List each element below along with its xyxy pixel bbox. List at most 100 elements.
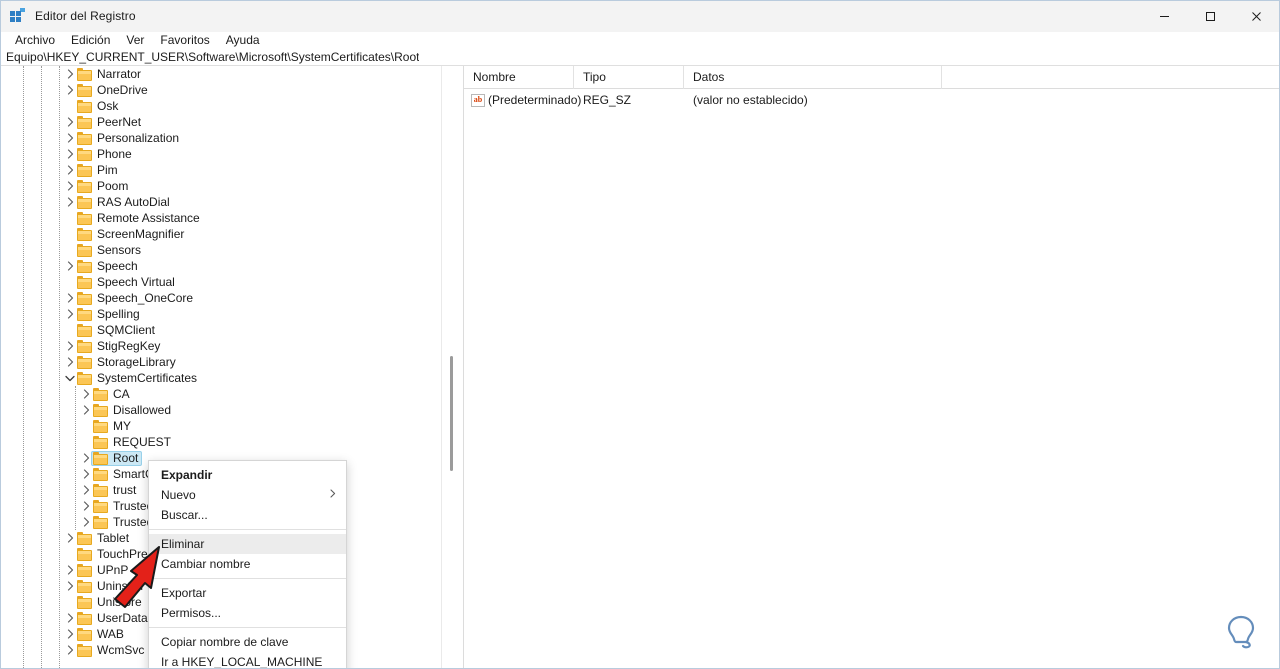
- chevron-right-icon[interactable]: [63, 354, 77, 370]
- tree-item-label: Narrator: [97, 66, 142, 81]
- chevron-right-icon[interactable]: [63, 562, 77, 578]
- chevron-right-icon[interactable]: [63, 114, 77, 130]
- folder-icon: [93, 467, 108, 481]
- chevron-right-icon[interactable]: [63, 66, 77, 82]
- context-menu-item-buscar[interactable]: Buscar...: [149, 505, 346, 525]
- column-header-tipo[interactable]: Tipo: [574, 65, 684, 89]
- tree-item[interactable]: Osk: [1, 98, 441, 114]
- context-menu-item-expandir[interactable]: Expandir: [149, 465, 346, 485]
- tree-item[interactable]: Remote Assistance: [1, 210, 441, 226]
- folder-icon: [93, 387, 108, 401]
- tree-item[interactable]: REQUEST: [1, 434, 441, 450]
- tree-item[interactable]: OneDrive: [1, 82, 441, 98]
- table-row[interactable]: ab (Predeterminado) REG_SZ (valor no est…: [464, 89, 1279, 111]
- chevron-right-icon[interactable]: [63, 130, 77, 146]
- tree-item-label: WcmSvc: [97, 642, 145, 657]
- tree-item[interactable]: Speech Virtual: [1, 274, 441, 290]
- chevron-right-icon[interactable]: [63, 626, 77, 642]
- folder-icon: [77, 211, 92, 225]
- context-menu[interactable]: Expandir Nuevo Buscar... Eliminar Cambiar no…: [148, 460, 347, 668]
- tree-item[interactable]: Speech: [1, 258, 441, 274]
- tree-item-label: SystemCertificates: [97, 370, 198, 385]
- tree-item-content: Unistore: [77, 595, 142, 610]
- tree-item[interactable]: Poom: [1, 178, 441, 194]
- context-menu-item-copiar-nombre-de-clave[interactable]: Copiar nombre de clave: [149, 632, 346, 652]
- chevron-right-icon[interactable]: [79, 482, 93, 498]
- chevron-right-icon[interactable]: [79, 466, 93, 482]
- context-menu-item-label: Nuevo: [161, 488, 196, 502]
- chevron-right-icon[interactable]: [63, 82, 77, 98]
- menu-archivo[interactable]: Archivo: [7, 32, 63, 49]
- chevron-right-icon[interactable]: [79, 402, 93, 418]
- tree-item-content: Tablet: [77, 531, 129, 546]
- tree-item[interactable]: RAS AutoDial: [1, 194, 441, 210]
- chevron-right-icon[interactable]: [79, 386, 93, 402]
- context-menu-item-ir-a-hkey-local-machine[interactable]: Ir a HKEY_LOCAL_MACHINE: [149, 652, 346, 668]
- tree-item[interactable]: SQMClient: [1, 322, 441, 338]
- tree-item[interactable]: PeerNet: [1, 114, 441, 130]
- chevron-right-icon[interactable]: [79, 498, 93, 514]
- menu-ayuda[interactable]: Ayuda: [218, 32, 268, 49]
- tree-item[interactable]: CA: [1, 386, 441, 402]
- context-menu-item-exportar[interactable]: Exportar: [149, 583, 346, 603]
- values-list-pane[interactable]: Nombre Tipo Datos ab (Predeterminado) RE…: [463, 65, 1279, 668]
- context-menu-item-eliminar[interactable]: Eliminar: [149, 534, 346, 554]
- folder-icon: [77, 227, 92, 241]
- tree-scrollbar-thumb[interactable]: [450, 356, 453, 471]
- chevron-right-icon[interactable]: [63, 642, 77, 658]
- tree-item-content: UserData: [77, 611, 148, 626]
- menu-favoritos[interactable]: Favoritos: [152, 32, 217, 49]
- tree-item[interactable]: StorageLibrary: [1, 354, 441, 370]
- tree-item[interactable]: Speech_OneCore: [1, 290, 441, 306]
- tree-item[interactable]: Sensors: [1, 242, 441, 258]
- menu-edicin[interactable]: Edición: [63, 32, 118, 49]
- tree-item[interactable]: Disallowed: [1, 402, 441, 418]
- tree-item-label: UserData: [97, 610, 148, 625]
- context-menu-item-cambiar-nombre[interactable]: Cambiar nombre: [149, 554, 346, 574]
- tree-item[interactable]: ScreenMagnifier: [1, 226, 441, 242]
- chevron-down-icon[interactable]: [63, 370, 77, 386]
- chevron-right-icon[interactable]: [63, 290, 77, 306]
- context-menu-item-nuevo[interactable]: Nuevo: [149, 485, 346, 505]
- menu-ver[interactable]: Ver: [118, 32, 152, 49]
- folder-icon: [77, 643, 92, 657]
- tree-item[interactable]: Personalization: [1, 130, 441, 146]
- folder-icon: [77, 339, 92, 353]
- chevron-right-icon[interactable]: [63, 146, 77, 162]
- tree-item[interactable]: Narrator: [1, 66, 441, 82]
- chevron-right-icon[interactable]: [63, 610, 77, 626]
- chevron-right-icon[interactable]: [63, 306, 77, 322]
- chevron-right-icon[interactable]: [63, 162, 77, 178]
- tree-item[interactable]: SystemCertificates: [1, 370, 441, 386]
- chevron-right-icon[interactable]: [79, 514, 93, 530]
- tree-item-content: Narrator: [77, 67, 141, 82]
- context-menu-item-permisos[interactable]: Permisos...: [149, 603, 346, 623]
- close-button[interactable]: [1233, 1, 1279, 32]
- tree-item-content: WAB: [77, 627, 124, 642]
- chevron-right-icon[interactable]: [63, 178, 77, 194]
- tree-item[interactable]: Pim: [1, 162, 441, 178]
- tree-item[interactable]: StigRegKey: [1, 338, 441, 354]
- minimize-button[interactable]: [1141, 1, 1187, 32]
- tree-scrollbar[interactable]: [446, 66, 457, 668]
- tree-item-label: CA: [113, 386, 130, 401]
- context-menu-item-label: Copiar nombre de clave: [161, 635, 289, 649]
- chevron-right-icon[interactable]: [63, 578, 77, 594]
- tree-item-label: Spelling: [97, 306, 140, 321]
- maximize-button[interactable]: [1187, 1, 1233, 32]
- chevron-right-icon[interactable]: [63, 258, 77, 274]
- chevron-right-icon[interactable]: [63, 530, 77, 546]
- column-header-datos[interactable]: Datos: [684, 65, 942, 89]
- address-bar[interactable]: Equipo\HKEY_CURRENT_USER\Software\Micros…: [1, 48, 1279, 66]
- context-menu-item-label: Permisos...: [161, 606, 222, 620]
- chevron-right-icon[interactable]: [63, 338, 77, 354]
- tree-item[interactable]: Spelling: [1, 306, 441, 322]
- tree-item[interactable]: Phone: [1, 146, 441, 162]
- tree-item[interactable]: MY: [1, 418, 441, 434]
- folder-icon: [77, 611, 92, 625]
- pane-splitter[interactable]: [441, 66, 463, 668]
- column-header-nombre[interactable]: Nombre: [464, 65, 574, 89]
- chevron-right-icon[interactable]: [63, 194, 77, 210]
- folder-icon: [77, 179, 92, 193]
